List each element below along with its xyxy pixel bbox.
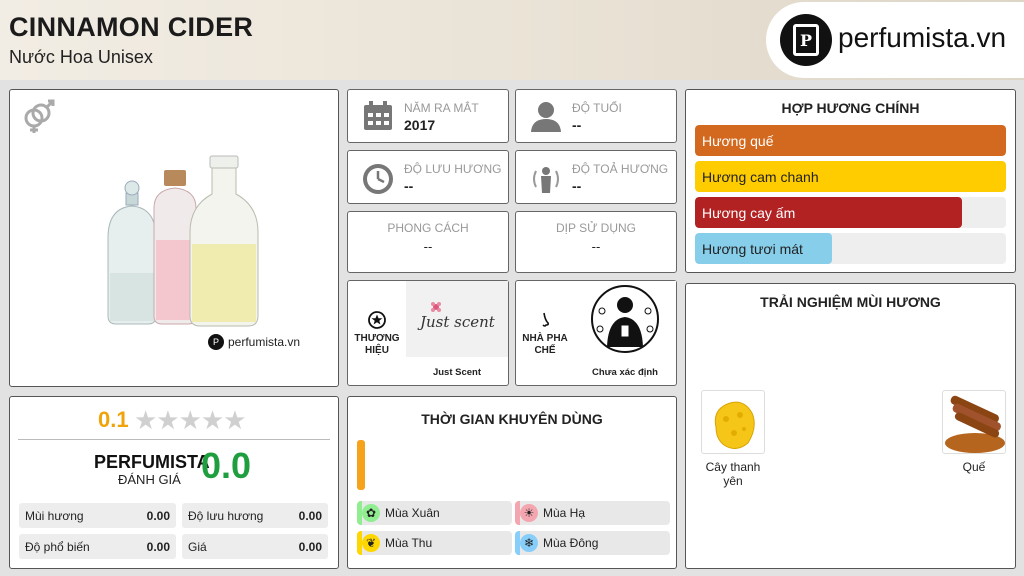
brand-label: THƯƠNG HIỆU [354,333,400,356]
style-card: PHONG CÁCH -- [347,211,509,273]
product-image [107,155,259,327]
site-logo[interactable]: P perfumista.vn [766,2,1024,78]
watermark-text: perfumista.vn [228,335,301,349]
sillage-icon [533,167,559,193]
release-year-card: NĂM RA MẮT 2017 [347,89,509,143]
metric-value: 0.00 [146,540,170,554]
style-label: PHONG CÁCH [387,221,469,235]
accord-bar: Hương cay ấm [695,197,1006,228]
season-label: Mùa Đông [543,536,599,550]
metric-value: 0.00 [298,540,322,554]
season-chip: ❄ Mùa Đông [515,531,670,555]
style-value: -- [423,239,433,254]
header: CINNAMON CIDER Nước Hoa Unisex P perfumi… [0,0,1024,80]
calendar-icon [364,101,392,130]
perfumer-label: NHÀ PHA CHẾ [522,333,568,356]
page-title: CINNAMON CIDER [9,12,254,42]
longevity-card: ĐỘ LƯU HƯƠNG -- [347,150,509,204]
star-rating[interactable]: ★★★★★ [134,405,247,436]
sun-icon: ☀ [520,504,538,522]
perfumista-score: 0.0 [201,445,252,486]
longevity-value: -- [404,178,414,194]
metric-scent: Mùi hương 0.00 [19,503,176,528]
metric-label: Độ lưu hương [188,509,264,523]
divider [18,439,330,440]
accords-title: HỢP HƯƠNG CHÍNH [781,100,920,116]
perfumista-sublabel: ĐÁNH GIÁ [118,472,181,487]
occasion-label: DỊP SỬ DỤNG [555,221,637,235]
accord-label: Hương cay ấm [702,205,796,221]
citron-icon [714,401,755,449]
accord-bar: Hương cam chanh [695,161,1006,192]
sillage-label: ĐỘ TOẢ HƯƠNG [572,162,669,176]
perfumista-label: PERFUMISTA [94,452,210,472]
time-panel: THỜI GIAN KHUYÊN DÙNG ✿ Mùa Xuân ☀ Mùa Hạ ❦ M… [347,396,677,569]
metric-label: Mùi hương [25,509,84,523]
season-label: Mùa Thu [385,536,433,550]
metric-longevity: Độ lưu hương 0.00 [182,503,328,528]
release-label: NĂM RA MẮT [404,101,479,115]
user-score: 0.1 [98,407,129,432]
age-label: ĐỘ TUỔI [572,101,622,115]
perfumer-name: Chưa xác định [591,367,658,378]
metric-value: 0.00 [146,509,170,523]
page-subtitle: Nước Hoa Unisex [9,47,153,67]
accord-bar: Hương quế [695,125,1006,156]
flower-icon: ✿ [362,504,380,522]
metric-label: Độ phổ biến [25,540,90,554]
time-indicator-bar [357,440,365,490]
time-title: THỜI GIAN KHUYÊN DÙNG [421,411,603,427]
clock-icon [363,164,393,194]
accords-panel: HỢP HƯƠNG CHÍNH Hương quế Hương cam chanh… [685,89,1016,273]
brand-name: Just Scent [432,367,482,378]
star-badge-icon [368,311,386,329]
season-chip: ☀ Mùa Hạ [515,501,670,525]
product-panel: P perfumista.vn [9,89,339,387]
occasion-value: -- [591,239,601,254]
occasion-card: DỊP SỬ DỤNG -- [515,211,677,273]
accord-label: Hương tươi mát [702,241,803,257]
accord-label: Hương quế [702,133,774,149]
notes-title: TRẢI NGHIỆM MÙI HƯƠNG [760,294,941,310]
brand-card[interactable]: THƯƠNG HIỆU Just scent Just Scent [347,280,509,386]
metric-popularity: Độ phổ biến 0.00 [19,534,176,559]
release-value: 2017 [404,117,436,133]
logo-mark-icon: P [780,14,832,66]
person-icon [531,102,561,132]
perfumer-image [574,281,676,357]
note-label: Cây thanh yên [705,460,761,488]
metric-label: Giá [188,540,207,554]
notes-panel: TRẢI NGHIỆM MÙI HƯƠNG Cây thanh yên Quế [685,283,1016,569]
logo-text: perfumista.vn [838,22,1007,53]
season-chip: ❦ Mùa Thu [357,531,512,555]
longevity-label: ĐỘ LƯU HƯƠNG [404,162,502,176]
note-label: Quế [962,460,986,474]
nose-icon [542,312,550,327]
cinnamon-icon [945,395,1005,453]
sillage-value: -- [572,178,582,194]
accord-bar: Hương tươi mát [695,233,1006,264]
brand-logo-text: Just scent [417,313,496,331]
perfumer-card[interactable]: NHÀ PHA CHẾ Chưa xác định [515,280,677,386]
rating-panel: 0.1 ★★★★★ PERFUMISTA ĐÁNH GIÁ 0.0 Mùi hư… [9,396,339,569]
watermark: P perfumista.vn [208,334,300,350]
brand-logo: Just scent [406,281,508,357]
male-female-icon [24,99,55,133]
note-citron[interactable]: Cây thanh yên [700,390,766,488]
season-chip: ✿ Mùa Xuân [357,501,512,525]
sillage-card: ĐỘ TOẢ HƯƠNG -- [515,150,677,204]
season-label: Mùa Hạ [543,506,586,520]
note-cinnamon[interactable]: Quế [941,390,1007,474]
age-card: ĐỘ TUỔI -- [515,89,677,143]
snowflake-icon: ❄ [520,534,538,552]
age-value: -- [572,117,582,133]
metric-value: 0.00 [298,509,322,523]
accord-label: Hương cam chanh [702,169,819,185]
leaf-icon: ❦ [362,534,380,552]
watermark-logo-icon: P [208,334,224,350]
season-label: Mùa Xuân [385,506,440,520]
metric-price: Giá 0.00 [182,534,328,559]
